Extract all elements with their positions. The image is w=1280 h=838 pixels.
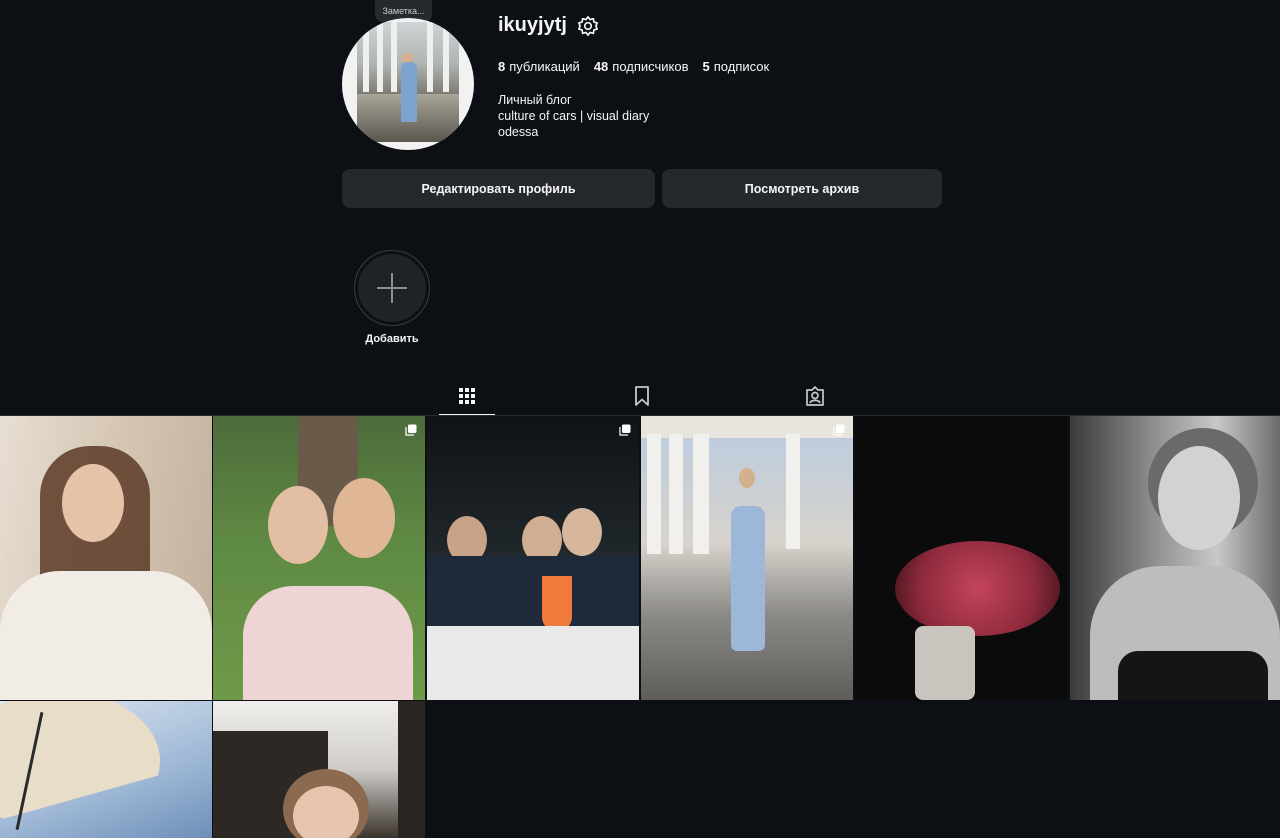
avatar[interactable]: [342, 18, 474, 150]
note-label: Заметка...: [382, 6, 425, 16]
post-tile[interactable]: [0, 701, 212, 838]
multiple-photos-icon: [405, 424, 417, 436]
stat-following[interactable]: 5 подписок: [703, 59, 770, 74]
post-tile[interactable]: [0, 416, 212, 700]
tab-saved[interactable]: [614, 377, 670, 415]
posts-grid: [0, 416, 1280, 838]
profile-bio: Личный блог culture of cars | visual dia…: [498, 92, 649, 140]
plus-icon: [377, 273, 407, 303]
post-tile[interactable]: [641, 416, 853, 700]
bio-line: culture of cars | visual diary: [498, 109, 650, 123]
add-highlight-button[interactable]: [354, 250, 430, 326]
multiple-photos-icon: [619, 424, 631, 436]
bio-line: odessa: [498, 125, 539, 139]
bio-line: Личный блог: [498, 93, 572, 107]
profile-tabs: [0, 377, 1280, 416]
username: ikuyjytj: [498, 14, 567, 36]
profile-stats: 8 публикаций 48 подписчиков 5 подписок: [498, 59, 769, 74]
post-tile[interactable]: [213, 701, 425, 838]
username-row: ikuyjytj: [498, 14, 599, 37]
tab-posts[interactable]: [439, 377, 495, 415]
tab-tagged[interactable]: [787, 377, 843, 415]
tagged-icon: [806, 386, 824, 406]
grid-icon: [459, 387, 475, 404]
settings-gear-icon[interactable]: [577, 15, 599, 37]
post-tile[interactable]: [1070, 416, 1280, 700]
add-highlight-label: Добавить: [365, 333, 419, 345]
post-tile[interactable]: [213, 416, 425, 700]
edit-profile-button[interactable]: Редактировать профиль: [342, 169, 655, 208]
post-tile[interactable]: [855, 416, 1067, 700]
bookmark-icon: [635, 386, 649, 406]
avatar-photo: [357, 22, 459, 142]
stat-posts: 8 публикаций: [498, 59, 580, 74]
multiple-photos-icon: [833, 424, 845, 436]
view-archive-button[interactable]: Посмотреть архив: [662, 169, 942, 208]
stat-followers[interactable]: 48 подписчиков: [594, 59, 689, 74]
post-tile[interactable]: [427, 416, 639, 700]
